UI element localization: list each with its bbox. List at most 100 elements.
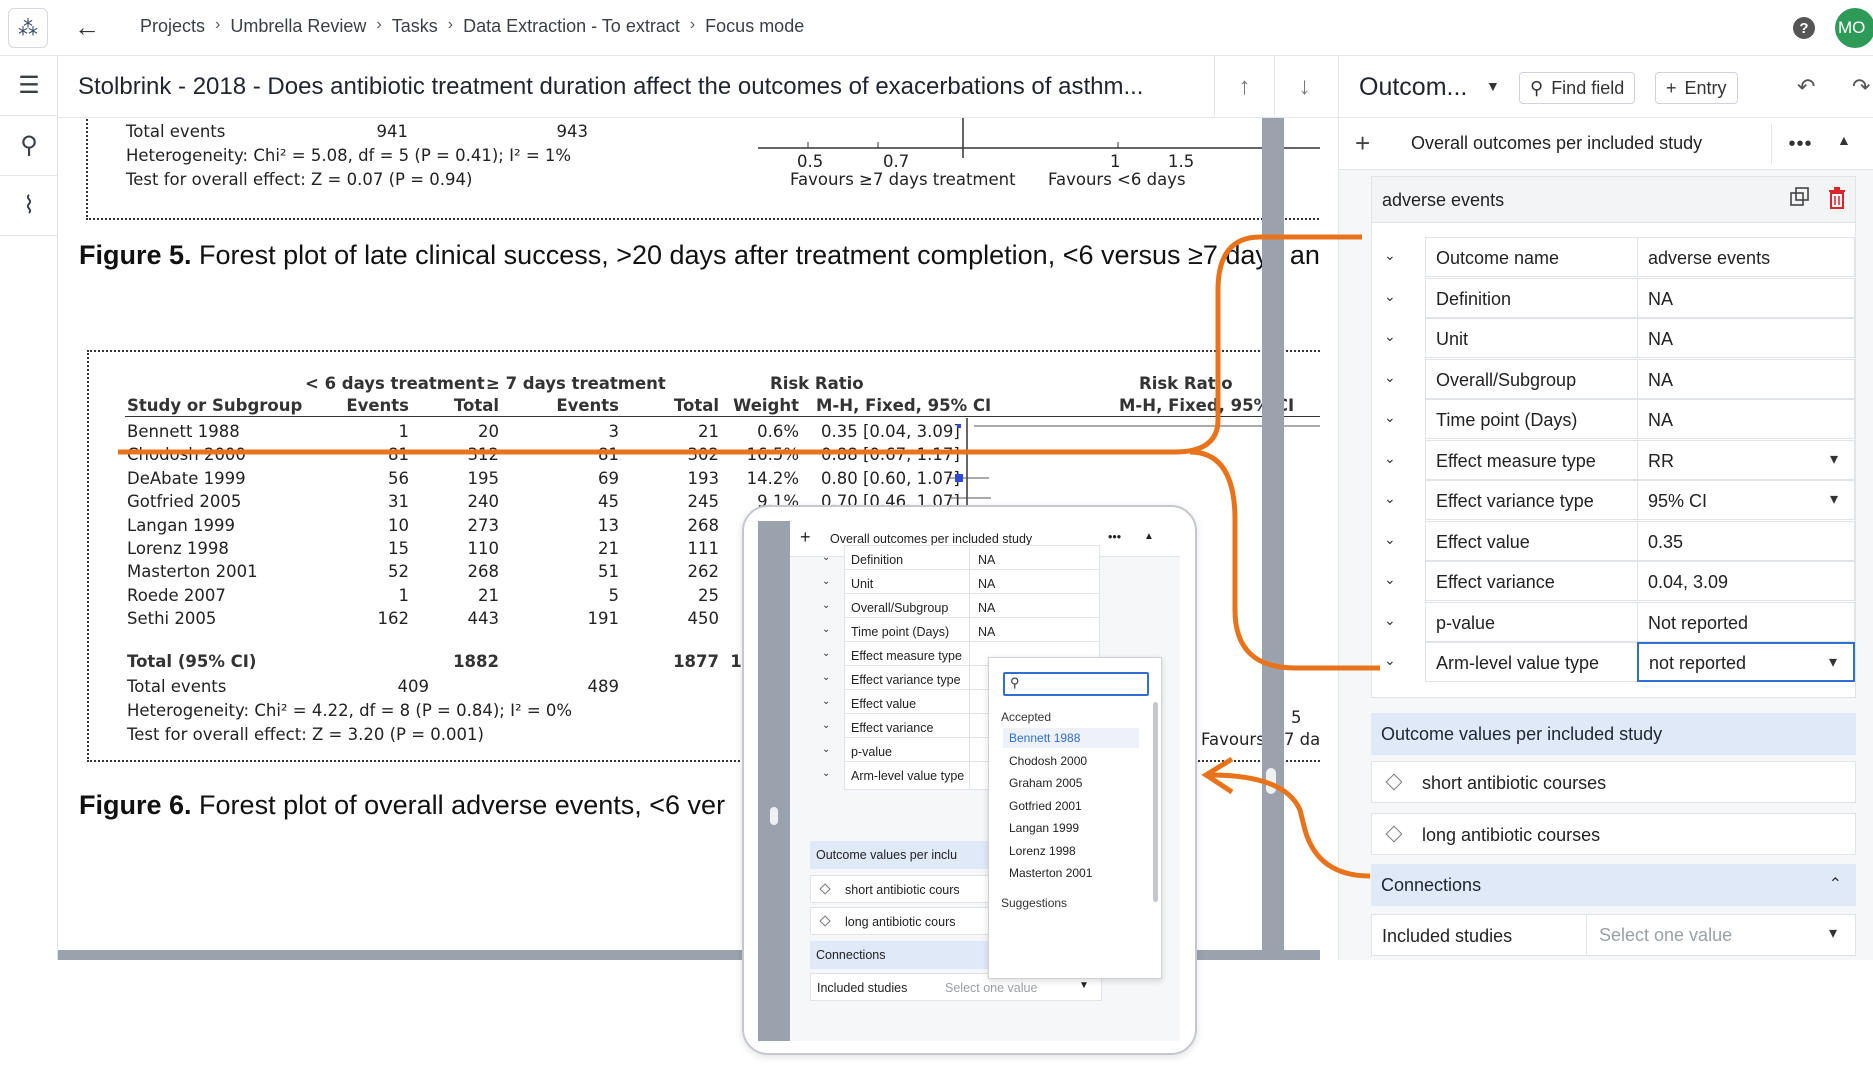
- field-select[interactable]: 95% CI: [1637, 480, 1855, 520]
- included-studies-row: Included studies Select one value: [1371, 914, 1856, 956]
- chevron-right-icon: ›: [447, 16, 454, 33]
- chevron-down-icon[interactable]: ⌄: [822, 552, 830, 563]
- breadcrumb-task[interactable]: Data Extraction - To extract: [463, 16, 680, 37]
- avatar[interactable]: MO: [1835, 8, 1873, 48]
- field-input[interactable]: adverse events: [1637, 237, 1855, 277]
- dropdown-search-input[interactable]: ⚲: [1003, 672, 1149, 696]
- connections-header[interactable]: Connections ⌃: [1371, 864, 1856, 906]
- dropdown-option[interactable]: Graham 2005: [1009, 773, 1139, 793]
- caret-up-icon[interactable]: ⌃: [1829, 874, 1842, 894]
- form-selector[interactable]: Outcom...: [1359, 73, 1467, 102]
- caret-up-icon[interactable]: ▲: [1837, 132, 1851, 148]
- redo-icon[interactable]: ↷: [1852, 74, 1870, 100]
- arm-row[interactable]: short antibiotic courses: [1371, 761, 1856, 803]
- viewer-scrollbar[interactable]: [1262, 118, 1284, 960]
- section-bar: + Overall outcomes per included study ••…: [1339, 118, 1873, 170]
- more-options-icon[interactable]: •••: [1108, 530, 1121, 544]
- chevron-down-icon[interactable]: ⌄: [1384, 571, 1396, 588]
- field-label: Effect value: [1425, 520, 1637, 561]
- app-logo[interactable]: ⁂: [8, 8, 48, 48]
- field-input[interactable]: NA: [1637, 318, 1855, 358]
- chevron-down-icon[interactable]: ⌄: [822, 576, 830, 587]
- axis-tick: 1: [1110, 152, 1121, 171]
- trash-icon[interactable]: [1827, 187, 1847, 209]
- viewer-scroll-thumb[interactable]: [1266, 768, 1276, 794]
- dropdown-option[interactable]: Lorenz 1998: [1009, 841, 1139, 861]
- chevron-down-icon[interactable]: ⌄: [1384, 450, 1396, 467]
- add-entry-button[interactable]: + Entry: [1655, 72, 1738, 104]
- dropdown-option[interactable]: Chodosh 2000: [1009, 751, 1139, 771]
- paperclip-icon[interactable]: ⌇: [0, 176, 58, 236]
- field-label: Arm-level value type: [1425, 642, 1637, 682]
- breadcrumb-projects[interactable]: Projects: [140, 16, 205, 37]
- arm-row[interactable]: long antibiotic courses: [1371, 813, 1856, 855]
- chevron-down-icon[interactable]: ⌄: [822, 672, 830, 683]
- help-icon[interactable]: ?: [1793, 17, 1815, 39]
- dropdown-option[interactable]: Bennett 1988: [1003, 728, 1139, 748]
- figure6-caption: Figure 6. Forest plot of overall adverse…: [79, 790, 725, 821]
- chevron-right-icon: ›: [376, 16, 382, 33]
- undo-icon[interactable]: ↶: [1797, 74, 1815, 100]
- field-input[interactable]: 0.04, 3.09: [1637, 561, 1855, 601]
- field-row: ⌄ p-value Not reported: [1372, 601, 1855, 642]
- field-select[interactable]: RR: [1637, 439, 1855, 480]
- chevron-down-icon[interactable]: ⌄: [822, 744, 830, 755]
- field-input[interactable]: Not reported: [1637, 601, 1855, 642]
- chevron-down-icon[interactable]: ⌄: [1384, 369, 1396, 386]
- caret-up-icon[interactable]: ▲: [1144, 531, 1154, 542]
- dropdown-scrollbar[interactable]: [1153, 702, 1158, 902]
- chevron-down-icon[interactable]: ⌄: [1384, 328, 1396, 345]
- list-icon[interactable]: ☰: [0, 56, 58, 116]
- chevron-down-icon[interactable]: ⌄: [822, 648, 830, 659]
- back-arrow-icon[interactable]: ←: [74, 12, 100, 43]
- chevron-down-icon[interactable]: ⌄: [1384, 409, 1396, 426]
- chevron-down-icon[interactable]: ⌄: [822, 720, 830, 731]
- duplicate-icon[interactable]: [1790, 187, 1810, 207]
- inset-scrollbar: [758, 521, 790, 1041]
- chevron-down-icon[interactable]: ⌄: [1384, 612, 1396, 629]
- chevron-down-icon[interactable]: ⌄: [1384, 288, 1396, 305]
- field-input[interactable]: NA: [1637, 399, 1855, 439]
- field-input[interactable]: NA: [1637, 277, 1855, 318]
- included-studies-select[interactable]: Select one value: [1586, 915, 1857, 955]
- studies-dropdown: ⚲ Accepted Bennett 1988 Chodosh 2000 Graha…: [988, 657, 1162, 979]
- dropdown-option[interactable]: Gotfried 2001: [1009, 796, 1139, 816]
- chevron-down-icon[interactable]: ⌄: [822, 624, 830, 635]
- arrow-down-icon[interactable]: ↓: [1274, 56, 1334, 118]
- chevron-down-icon[interactable]: ⌄: [822, 696, 830, 707]
- test-overall-6: Test for overall effect: Z = 3.20 (P = 0…: [127, 725, 484, 744]
- diamond-icon: [819, 915, 831, 927]
- find-field-button[interactable]: ⚲ Find field: [1519, 72, 1636, 104]
- search-icon[interactable]: ⚲: [0, 116, 58, 176]
- dropdown-option[interactable]: Langan 1999: [1009, 818, 1139, 838]
- left-rail: ☰ ⚲ ⌇: [0, 56, 58, 960]
- chevron-down-icon[interactable]: ⌄: [1384, 247, 1396, 264]
- events-label: Total events: [127, 677, 227, 696]
- more-options-icon[interactable]: •••: [1771, 124, 1829, 164]
- breadcrumb: Projects › Umbrella Review › Tasks › Dat…: [140, 16, 804, 37]
- panel-header: Outcom... ▼ ⚲ Find field + Entry ↶ ↷: [1339, 56, 1873, 118]
- chevron-down-icon[interactable]: ⌄: [1384, 490, 1396, 507]
- caret-down-icon[interactable]: ▼: [1079, 980, 1089, 991]
- connections-label: Connections: [1381, 875, 1482, 895]
- breadcrumb-tasks[interactable]: Tasks: [392, 16, 438, 37]
- field-select[interactable]: not reported: [1637, 642, 1855, 682]
- entry-title: adverse events: [1382, 190, 1505, 210]
- chevron-down-icon[interactable]: ⌄: [1384, 652, 1396, 669]
- top-bar: ⁂ ← Projects › Umbrella Review › Tasks ›…: [0, 0, 1873, 56]
- plus-icon[interactable]: +: [1355, 128, 1370, 159]
- chevron-down-icon[interactable]: ⌄: [822, 600, 830, 611]
- caret-down-icon[interactable]: ▼: [1486, 78, 1500, 94]
- breadcrumb-current: Focus mode: [705, 16, 805, 36]
- heterogeneity-6: Heterogeneity: Chi² = 4.22, df = 8 (P = …: [127, 701, 573, 720]
- document-header: Stolbrink - 2018 - Does antibiotic treat…: [58, 56, 1338, 118]
- arrow-up-icon[interactable]: ↑: [1214, 56, 1274, 118]
- inset-select[interactable]: Select one value: [945, 981, 1037, 995]
- field-input[interactable]: NA: [1637, 358, 1855, 399]
- chevron-down-icon[interactable]: ⌄: [1384, 531, 1396, 548]
- breadcrumb-project[interactable]: Umbrella Review: [230, 16, 366, 37]
- dropdown-option[interactable]: Masterton 2001: [1009, 863, 1139, 883]
- field-input[interactable]: 0.35: [1637, 520, 1855, 561]
- chevron-down-icon[interactable]: ⌄: [822, 768, 830, 779]
- events-b: 489: [587, 677, 620, 696]
